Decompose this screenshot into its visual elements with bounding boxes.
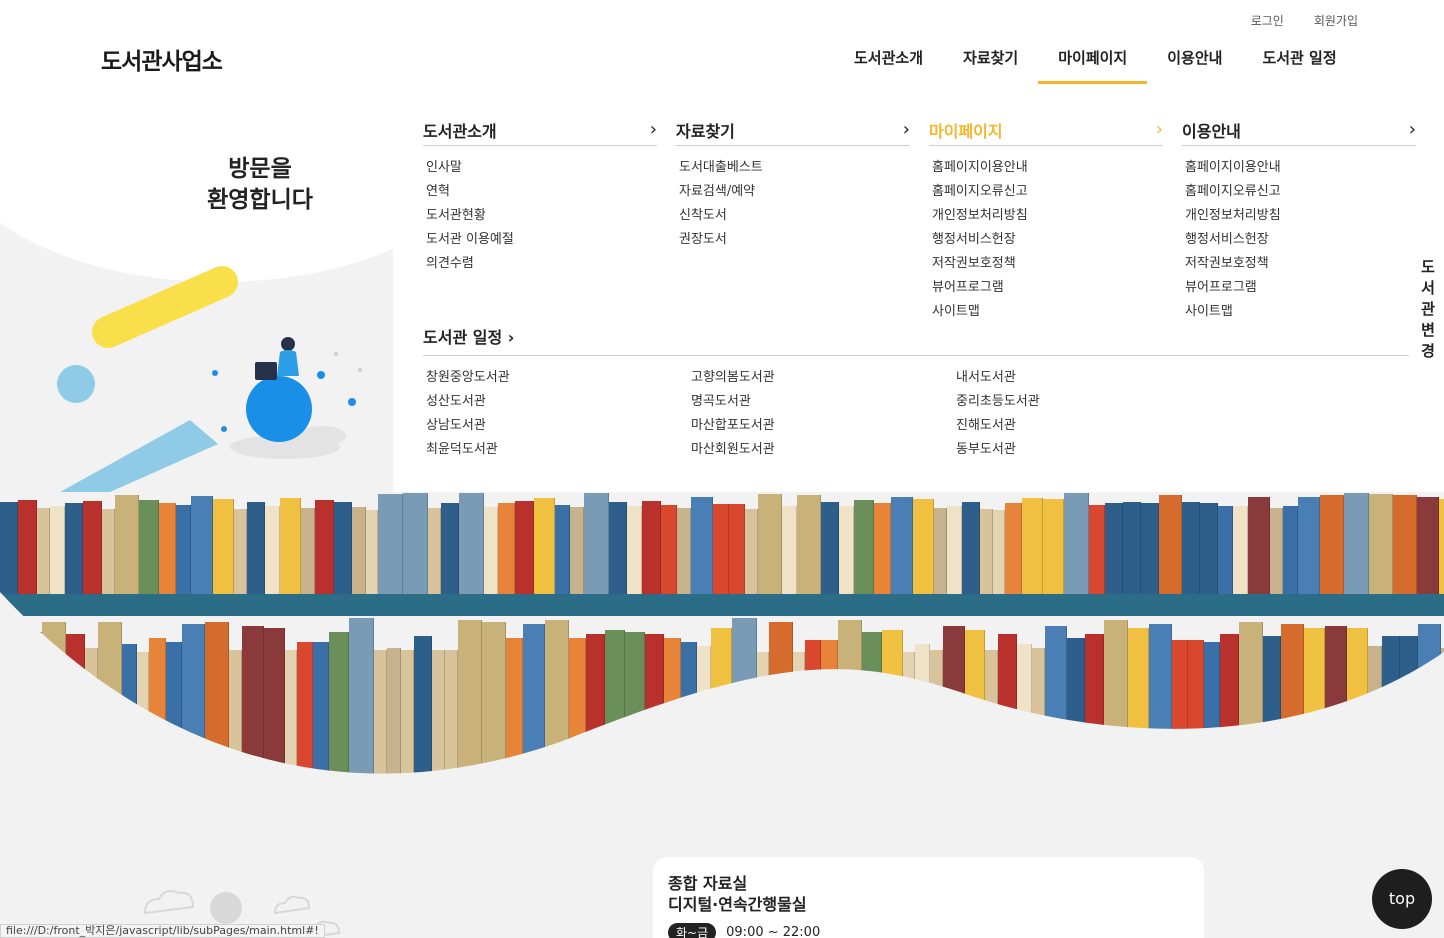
library-link[interactable]: 마산합포도서관 bbox=[691, 414, 956, 438]
menu-item[interactable]: 사이트맵 bbox=[1185, 300, 1416, 324]
nav-mypage[interactable]: 마이페이지 bbox=[1038, 47, 1148, 84]
room-name: 종합 자료실 bbox=[668, 874, 748, 893]
chevron-right-icon: › bbox=[1155, 119, 1163, 140]
menu-head-label: 도서관소개 bbox=[423, 121, 497, 141]
login-link[interactable]: 로그인 bbox=[1251, 12, 1284, 29]
utility-menu: 로그인 회원가입 bbox=[1251, 12, 1358, 29]
library-link[interactable]: 명곡도서관 bbox=[691, 390, 956, 414]
menu-item[interactable]: 홈페이지오류신고 bbox=[932, 180, 1163, 204]
menu-item[interactable]: 자료검색/예약 bbox=[679, 180, 910, 204]
menu-col-library-intro: 도서관소개 › 인사말 연혁 도서관현황 도서관 이용예절 의견수렴 bbox=[423, 114, 657, 276]
menu-item[interactable]: 연혁 bbox=[426, 180, 657, 204]
reading-person-illustration bbox=[57, 266, 362, 492]
chevron-right-icon: › bbox=[1408, 119, 1416, 140]
schedule-head[interactable]: 도서관 일정 › bbox=[423, 324, 1409, 356]
library-link[interactable]: 진해도서관 bbox=[956, 414, 1221, 438]
nav-usage-guide[interactable]: 이용안내 bbox=[1147, 47, 1242, 84]
menu-col-mypage: 마이페이지 › 홈페이지이용안내 홈페이지오류신고 개인정보처리방침 행정서비스… bbox=[929, 114, 1163, 324]
library-link[interactable]: 중리초등도서관 bbox=[956, 390, 1221, 414]
chevron-right-icon: › bbox=[649, 119, 657, 140]
library-link[interactable]: 동부도서관 bbox=[956, 438, 1221, 462]
library-link[interactable]: 내서도서관 bbox=[956, 366, 1221, 390]
mega-menu: 도서관소개 › 인사말 연혁 도서관현황 도서관 이용예절 의견수렴 자료찾기 … bbox=[393, 92, 1444, 492]
library-link[interactable]: 성산도서관 bbox=[426, 390, 691, 414]
menu-item[interactable]: 뷰어프로그램 bbox=[1185, 276, 1416, 300]
main-nav: 도서관소개 자료찾기 마이페이지 이용안내 도서관 일정 bbox=[834, 47, 1357, 84]
nav-library-schedule[interactable]: 도서관 일정 bbox=[1242, 47, 1356, 84]
library-column: 내서도서관 중리초등도서관 진해도서관 동부도서관 bbox=[956, 366, 1221, 462]
reading-room-card[interactable]: 종합 자료실 디지털·연속간행물실 화~금 09:00 ~ 22:00 bbox=[653, 857, 1204, 938]
schedule-title: 도서관 일정 bbox=[423, 328, 503, 347]
site-logo[interactable]: 도서관사업소 bbox=[101, 42, 223, 76]
signup-link[interactable]: 회원가입 bbox=[1314, 12, 1358, 29]
library-link[interactable]: 최윤덕도서관 bbox=[426, 438, 691, 462]
library-change-tab[interactable]: 도서관변경 bbox=[1419, 257, 1437, 362]
menu-head-label: 이용안내 bbox=[1182, 121, 1241, 141]
library-link[interactable]: 마산회원도서관 bbox=[691, 438, 956, 462]
menu-list: 홈페이지이용안내 홈페이지오류신고 개인정보처리방침 행정서비스헌장 저작권보호… bbox=[1182, 156, 1416, 324]
menu-head-search-materials[interactable]: 자료찾기 › bbox=[676, 114, 910, 146]
chevron-right-icon: › bbox=[507, 328, 515, 347]
menu-item[interactable]: 의견수렴 bbox=[426, 252, 657, 276]
nav-library-intro[interactable]: 도서관소개 bbox=[834, 47, 943, 84]
menu-item[interactable]: 홈페이지오류신고 bbox=[1185, 180, 1416, 204]
menu-list: 도서대출베스트 자료검색/예약 신착도서 권장도서 bbox=[676, 156, 910, 252]
bookshelf-banner bbox=[0, 492, 1444, 792]
menu-list: 홈페이지이용안내 홈페이지오류신고 개인정보처리방침 행정서비스헌장 저작권보호… bbox=[929, 156, 1163, 324]
site-header: 로그인 회원가입 도서관사업소 도서관소개 자료찾기 마이페이지 이용안내 도서… bbox=[0, 0, 1444, 92]
menu-item[interactable]: 개인정보처리방침 bbox=[932, 204, 1163, 228]
menu-item[interactable]: 개인정보처리방침 bbox=[1185, 204, 1416, 228]
chevron-right-icon: › bbox=[902, 119, 910, 140]
library-link[interactable]: 고향의봄도서관 bbox=[691, 366, 956, 390]
wave-overlay bbox=[0, 592, 1444, 792]
menu-item[interactable]: 인사말 bbox=[426, 156, 657, 180]
welcome-area: 방문을 환영합니다 bbox=[0, 92, 393, 492]
library-column: 창원중앙도서관 성산도서관 상남도서관 최윤덕도서관 bbox=[426, 366, 691, 462]
nav-search-materials[interactable]: 자료찾기 bbox=[943, 47, 1038, 84]
menu-item[interactable]: 신착도서 bbox=[679, 204, 910, 228]
library-list: 창원중앙도서관 성산도서관 상남도서관 최윤덕도서관 고향의봄도서관 명곡도서관… bbox=[423, 366, 1409, 462]
days-badge: 화~금 bbox=[668, 923, 717, 938]
library-link[interactable]: 상남도서관 bbox=[426, 414, 691, 438]
browser-status-bar: file:///D:/front_박지은/javascript/lib/subP… bbox=[0, 924, 325, 938]
menu-list: 인사말 연혁 도서관현황 도서관 이용예절 의견수렴 bbox=[423, 156, 657, 276]
menu-item[interactable]: 저작권보호정책 bbox=[1185, 252, 1416, 276]
menu-head-label: 자료찾기 bbox=[676, 121, 735, 141]
menu-item[interactable]: 저작권보호정책 bbox=[932, 252, 1163, 276]
menu-item[interactable]: 도서관현황 bbox=[426, 204, 657, 228]
library-column: 고향의봄도서관 명곡도서관 마산합포도서관 마산회원도서관 bbox=[691, 366, 956, 462]
opening-hours: 화~금 09:00 ~ 22:00 bbox=[668, 923, 1189, 938]
library-link[interactable]: 창원중앙도서관 bbox=[426, 366, 691, 390]
menu-item[interactable]: 뷰어프로그램 bbox=[932, 276, 1163, 300]
menu-item[interactable]: 도서대출베스트 bbox=[679, 156, 910, 180]
menu-item[interactable]: 행정서비스헌장 bbox=[1185, 228, 1416, 252]
menu-item[interactable]: 도서관 이용예절 bbox=[426, 228, 657, 252]
menu-col-search-materials: 자료찾기 › 도서대출베스트 자료검색/예약 신착도서 권장도서 bbox=[676, 114, 910, 252]
menu-head-usage-guide[interactable]: 이용안내 › bbox=[1182, 114, 1416, 146]
menu-head-mypage[interactable]: 마이페이지 › bbox=[929, 114, 1163, 146]
menu-head-library-intro[interactable]: 도서관소개 › bbox=[423, 114, 657, 146]
menu-item[interactable]: 행정서비스헌장 bbox=[932, 228, 1163, 252]
menu-item[interactable]: 홈페이지이용안내 bbox=[932, 156, 1163, 180]
library-schedule-section: 도서관 일정 › 창원중앙도서관 성산도서관 상남도서관 최윤덕도서관 고향의봄… bbox=[423, 324, 1409, 462]
menu-item[interactable]: 홈페이지이용안내 bbox=[1185, 156, 1416, 180]
menu-item[interactable]: 권장도서 bbox=[679, 228, 910, 252]
menu-head-label: 마이페이지 bbox=[929, 121, 1003, 141]
menu-item[interactable]: 사이트맵 bbox=[932, 300, 1163, 324]
room-name-sub: 디지털·연속간행물실 bbox=[668, 895, 807, 914]
menu-col-usage-guide: 이용안내 › 홈페이지이용안내 홈페이지오류신고 개인정보처리방침 행정서비스헌… bbox=[1182, 114, 1416, 324]
scroll-top-button[interactable]: top bbox=[1372, 869, 1432, 929]
hours-text: 09:00 ~ 22:00 bbox=[726, 925, 821, 938]
